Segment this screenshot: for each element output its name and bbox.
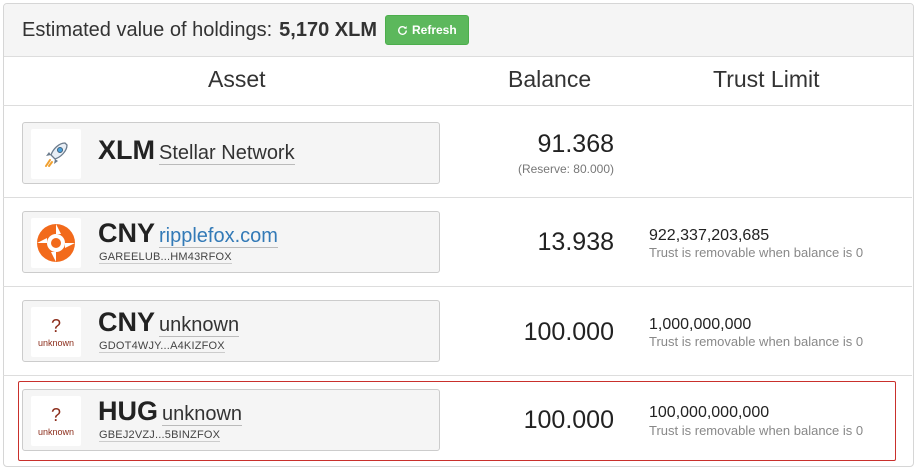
issuer-link[interactable]: ripplefox.com [159, 225, 278, 248]
row-divider [3, 286, 912, 287]
column-header-balance: Balance [508, 66, 592, 92]
asset-code: XLM Stellar Network [98, 135, 295, 165]
column-header-asset: Asset [208, 66, 266, 92]
question-mark-icon: ? [50, 315, 61, 336]
estimate-value: 5,170 XLM [279, 18, 377, 41]
question-mark-icon: ? [50, 404, 61, 425]
issuer-id: GBEJ2VZJ...5BINZFOX [99, 429, 221, 442]
trust-note: Trust is removable when balance is 0 [649, 245, 864, 260]
asset-card[interactable]: ? unknown HUG unknown GBEJ2VZJ...5BINZFOX [22, 389, 440, 451]
asset-card[interactable]: CNY ripplefox.com GAREELUB...HM43RFOX [22, 211, 440, 273]
trust-limit-value: 922,337,203,685 [649, 227, 770, 244]
reserve-text: (Reserve: 80.000) [517, 162, 614, 176]
balance-value: 100.000 [523, 318, 614, 346]
issuer-id: GAREELUB...HM43RFOX [99, 251, 232, 264]
balance-value: 91.368 [537, 130, 614, 158]
asset-card[interactable]: XLM Stellar Network [22, 122, 440, 184]
logo-unknown-label: unknown [37, 426, 75, 437]
issuer-name: unknown [159, 314, 240, 337]
asset-logo [31, 129, 81, 179]
issuer-name: Stellar Network [159, 142, 295, 165]
asset-logo [31, 218, 81, 268]
balance-value: 100.000 [523, 406, 614, 434]
holdings-header: Estimated value of holdings: 5,170 XLM R… [4, 4, 913, 57]
issuer-id: GDOT4WJY...A4KIZFOX [99, 340, 225, 353]
logo-unknown-label: unknown [37, 337, 75, 348]
row-divider [3, 375, 912, 376]
refresh-icon [398, 25, 407, 35]
asset-code: CNY ripplefox.com [98, 218, 278, 248]
asset-card[interactable]: ? unknown CNY unknown GDOT4WJY...A4KIZFOX [22, 300, 440, 362]
balance-value: 13.938 [537, 228, 614, 256]
trust-limit-value: 100,000,000,000 [649, 404, 770, 421]
rocket-icon [45, 142, 68, 167]
asset-logo: ? unknown [31, 307, 81, 357]
trust-limit-value: 1,000,000,000 [649, 316, 752, 333]
refresh-label: Refresh [411, 23, 457, 37]
ripplefox-icon [37, 224, 75, 262]
estimate-label: Estimated value of holdings: [22, 18, 273, 41]
asset-code: CNY unknown [98, 307, 240, 337]
asset-code: HUG unknown [98, 396, 243, 426]
trust-note: Trust is removable when balance is 0 [649, 334, 864, 349]
trust-note: Trust is removable when balance is 0 [649, 423, 864, 438]
issuer-name: unknown [162, 403, 243, 426]
row-divider [3, 197, 912, 198]
header-divider [3, 105, 912, 106]
asset-logo: ? unknown [31, 396, 81, 446]
refresh-button[interactable]: Refresh [384, 15, 469, 45]
column-header-trust-limit: Trust Limit [713, 66, 820, 92]
